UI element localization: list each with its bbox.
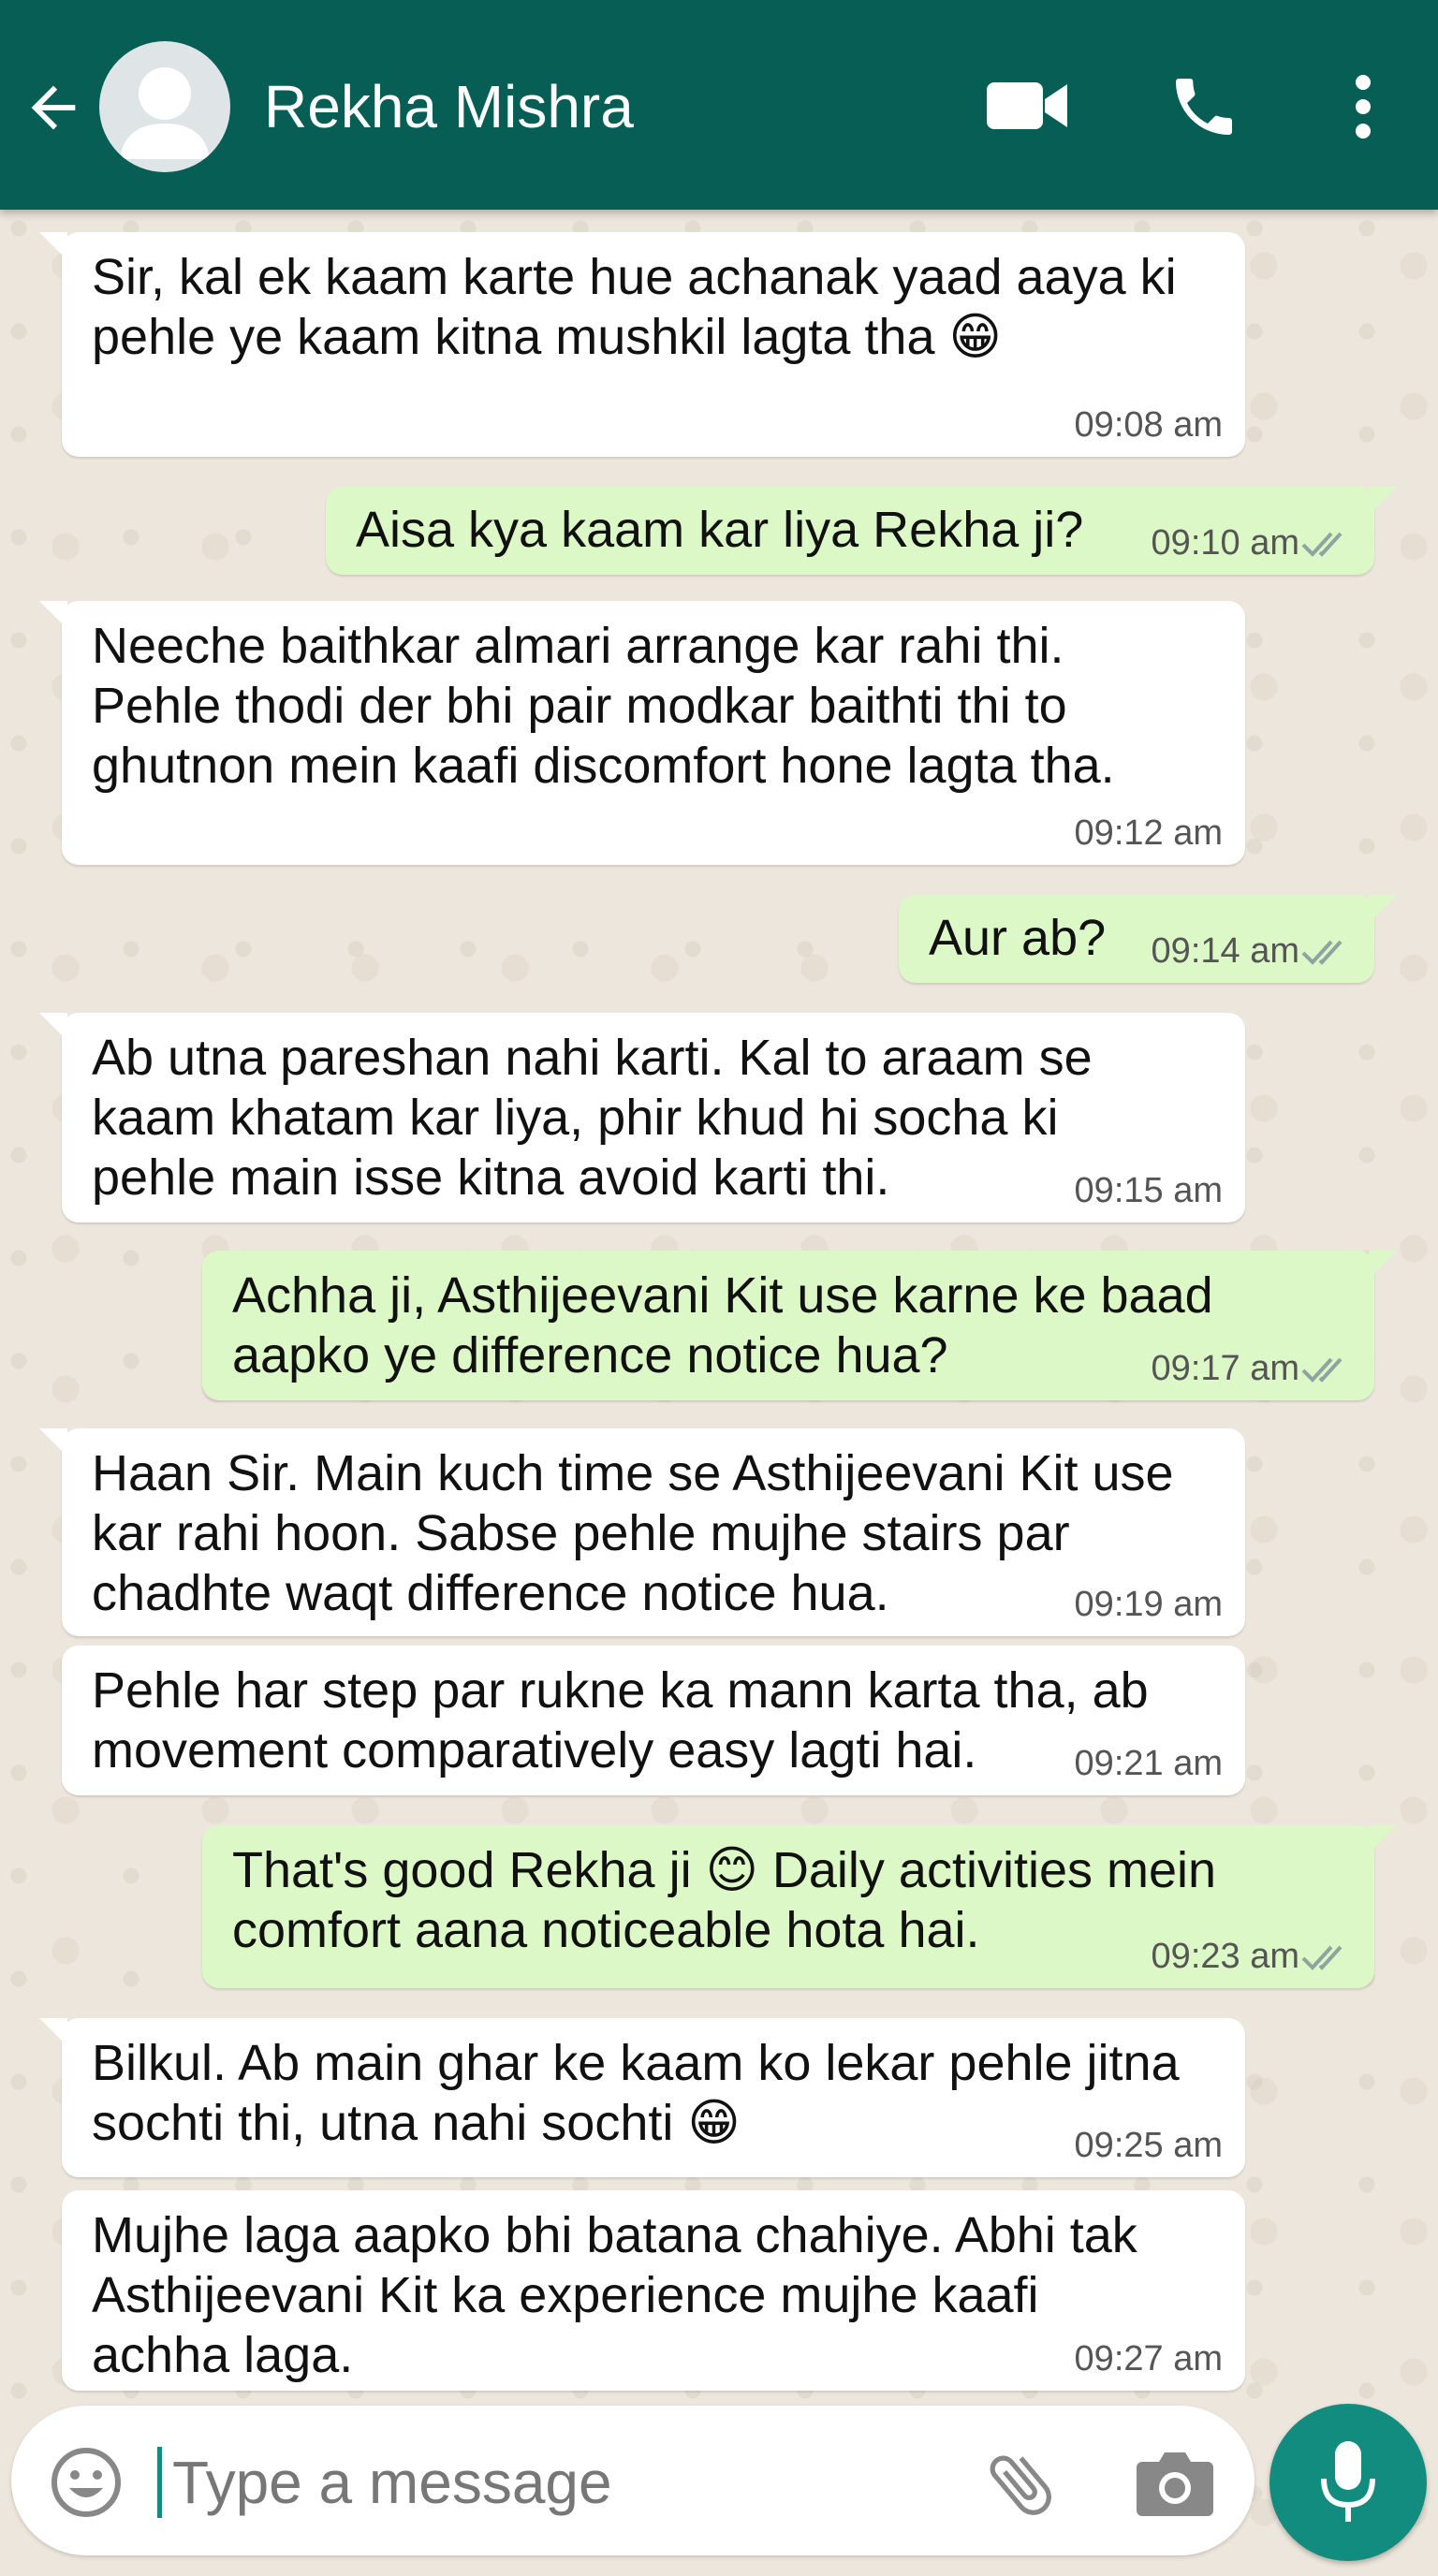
emoji-icon[interactable] (49, 2445, 124, 2520)
message-bubble-incoming[interactable]: Pehle har step par rukne ka mann karta t… (62, 1646, 1245, 1795)
message-time: 09:23 am (1151, 1937, 1299, 1976)
message-bubble-outgoing[interactable]: That's good Rekha ji 😊 Daily activities … (202, 1825, 1397, 1988)
message-time: 09:10 am (1151, 523, 1299, 563)
message-time: 09:25 am (1074, 2126, 1223, 2165)
message-bubble-incoming[interactable]: Neeche baithkar almari arrange kar rahi … (39, 601, 1245, 865)
message-text: Bilkul. Ab main ghar ke kaam ko lekar pe… (92, 2035, 1180, 2151)
read-receipt-icon (1301, 940, 1343, 965)
avatar[interactable] (99, 41, 230, 172)
read-receipt-icon (1301, 532, 1343, 557)
message-text: Sir, kal ek kaam karte hue achanak yaad … (92, 249, 1177, 365)
message-bubble-outgoing[interactable]: Achha ji, Asthijeevani Kit use karne ke … (202, 1251, 1397, 1400)
message-time: 09:12 am (1074, 813, 1223, 853)
attachment-icon[interactable] (981, 2445, 1060, 2524)
message-text: Mujhe laga aapko bhi batana chahiye. Abh… (92, 2207, 1137, 2383)
message-bubble-incoming[interactable]: Sir, kal ek kaam karte hue achanak yaad … (39, 232, 1245, 457)
read-receipt-icon (1301, 1357, 1343, 1383)
message-input[interactable]: Type a message (172, 2445, 612, 2520)
back-arrow-icon[interactable] (21, 75, 86, 140)
message-bubble-incoming[interactable]: Bilkul. Ab main ghar ke kaam ko lekar pe… (39, 2018, 1245, 2177)
message-text: Haan Sir. Main kuch time se Asthijeevani… (92, 1445, 1174, 1621)
message-time: 09:19 am (1074, 1585, 1223, 1624)
message-bubble-incoming[interactable]: Mujhe laga aapko bhi batana chahiye. Abh… (62, 2190, 1245, 2391)
contact-name[interactable]: Rekha Mishra (264, 69, 634, 144)
message-bubble-outgoing[interactable]: Aisa kya kaam kar liya Rekha ji? 09:10 a… (326, 487, 1397, 575)
mic-button[interactable] (1269, 2404, 1427, 2561)
message-time: 09:15 am (1074, 1171, 1223, 1210)
chat-header: Rekha Mishra (0, 0, 1438, 210)
message-bubble-incoming[interactable]: Ab utna pareshan nahi karti. Kal to araa… (39, 1013, 1245, 1222)
message-time: 09:27 am (1074, 2339, 1223, 2378)
message-bubble-outgoing[interactable]: Aur ab? 09:14 am (899, 895, 1397, 983)
video-call-icon[interactable] (987, 77, 1067, 135)
message-text: Pehle har step par rukne ka mann karta t… (92, 1662, 1149, 1778)
message-bubble-incoming[interactable]: Haan Sir. Main kuch time se Asthijeevani… (39, 1428, 1245, 1636)
text-cursor (157, 2447, 162, 2518)
message-text: Neeche baithkar almari arrange kar rahi … (92, 618, 1115, 794)
message-composer: Type a message (11, 2406, 1255, 2555)
microphone-icon (1321, 2441, 1375, 2522)
more-options-icon[interactable] (1344, 69, 1382, 144)
message-time: 09:21 am (1074, 1744, 1223, 1783)
read-receipt-icon (1301, 1945, 1343, 1970)
message-time: 09:08 am (1074, 405, 1223, 445)
default-avatar-icon (120, 67, 210, 159)
message-text: Ab utna pareshan nahi karti. Kal to araa… (92, 1030, 1093, 1206)
message-time: 09:14 am (1151, 931, 1299, 971)
voice-call-icon[interactable] (1167, 69, 1241, 144)
message-time: 09:17 am (1151, 1349, 1299, 1388)
camera-icon[interactable] (1135, 2447, 1215, 2518)
